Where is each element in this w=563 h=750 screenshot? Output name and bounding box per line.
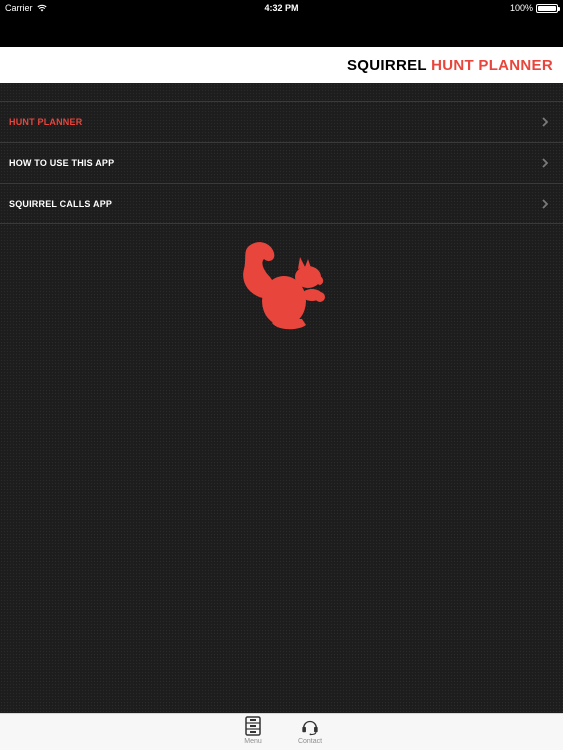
title-word-hunt-planner: HUNT PLANNER	[431, 56, 553, 74]
cabinet-icon	[245, 716, 261, 736]
page-title: SQUIRREL HUNT PLANNER	[347, 57, 553, 74]
menu-item-squirrel-calls[interactable]: SQUIRREL CALLS APP	[0, 183, 563, 224]
status-bar: Carrier 4:32 PM 100%	[0, 0, 563, 47]
squirrel-logo-icon	[243, 242, 325, 330]
chevron-right-icon	[539, 116, 551, 128]
chevron-right-icon	[539, 198, 551, 210]
menu-item-label: HOW TO USE THIS APP	[9, 158, 115, 168]
menu-item-label: SQUIRREL CALLS APP	[9, 198, 113, 209]
menu-list: HUNT PLANNER HOW TO USE THIS APP SQUIRRE…	[0, 101, 563, 224]
menu-item-label: HUNT PLANNER	[9, 117, 83, 127]
menu-item-hunt-planner[interactable]: HUNT PLANNER	[0, 101, 563, 142]
battery-icon	[536, 3, 560, 13]
title-word-squirrel: SQUIRREL	[346, 56, 427, 74]
tab-bar: Menu Contact	[0, 713, 563, 750]
headset-icon	[302, 720, 318, 736]
clock: 4:32 PM	[264, 3, 299, 13]
chevron-right-icon	[539, 157, 551, 169]
tab-label: Contact	[297, 738, 323, 745]
battery-group: 100%	[509, 3, 560, 13]
tab-menu[interactable]: Menu	[233, 716, 273, 750]
title-bar: SQUIRREL HUNT PLANNER	[0, 47, 563, 83]
menu-item-how-to-use[interactable]: HOW TO USE THIS APP	[0, 142, 563, 183]
battery-percent: 100%	[509, 3, 533, 13]
tab-contact[interactable]: Contact	[290, 716, 330, 750]
main-content: HUNT PLANNER HOW TO USE THIS APP SQUIRRE…	[0, 83, 563, 713]
tab-label: Menu	[244, 738, 262, 745]
